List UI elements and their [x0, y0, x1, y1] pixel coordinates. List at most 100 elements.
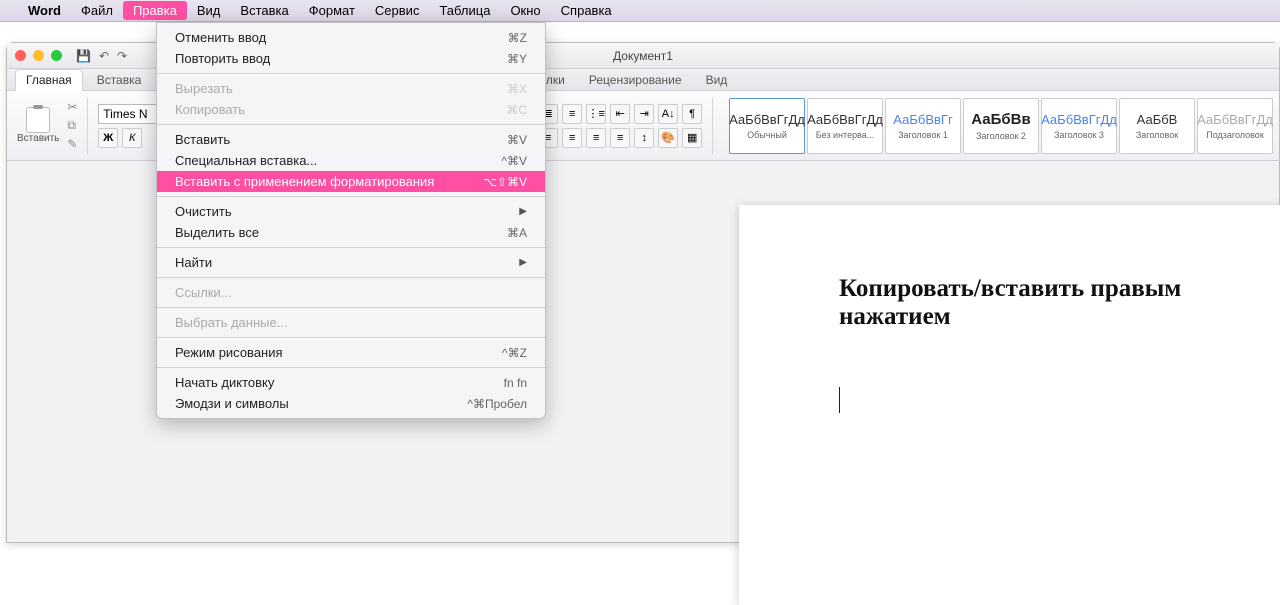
menu-item-label: Отменить ввод [175, 30, 266, 45]
style-card[interactable]: АаБбВвГгДдБез интерва... [807, 98, 883, 154]
menu-window[interactable]: Окно [500, 1, 550, 20]
style-label: Без интерва... [816, 130, 875, 140]
borders-icon[interactable]: ▦ [682, 128, 702, 148]
menu-item[interactable]: Вставить ⌘V [157, 129, 545, 150]
menu-item[interactable]: Начать диктовку fn fn [157, 372, 545, 393]
styles-gallery: АаБбВвГгДдОбычныйАаБбВвГгДдБез интерва..… [729, 98, 1273, 154]
style-label: Заголовок [1136, 130, 1178, 140]
tab-home[interactable]: Главная [15, 69, 83, 91]
style-card[interactable]: АаБбВвГг Заголовок 1 [885, 98, 961, 154]
redo-icon[interactable]: ↷ [117, 49, 127, 63]
menu-item-label: Найти [175, 255, 212, 270]
menu-item-label: Выделить все [175, 225, 259, 240]
show-marks-icon[interactable]: ¶ [682, 104, 702, 124]
zoom-icon[interactable] [51, 50, 62, 61]
text-cursor [839, 387, 840, 413]
menu-tools[interactable]: Сервис [365, 1, 430, 20]
menu-item[interactable]: Вставить с применением форматирования ⌥⇧⌘… [157, 171, 545, 192]
undo-icon[interactable]: ↶ [99, 49, 109, 63]
mac-menubar: Word Файл Правка Вид Вставка Формат Серв… [0, 0, 1280, 22]
menu-item: Копировать ⌘C [157, 99, 545, 120]
menu-file[interactable]: Файл [71, 1, 123, 20]
menu-item-label: Начать диктовку [175, 375, 274, 390]
style-card[interactable]: АаБбВ Заголовок [1119, 98, 1195, 154]
menu-edit[interactable]: Правка [123, 1, 187, 20]
menu-table[interactable]: Таблица [429, 1, 500, 20]
menu-item-label: Очистить [175, 204, 232, 219]
multilevel-icon[interactable]: ⋮≡ [586, 104, 606, 124]
align-center-icon[interactable]: ≡ [562, 128, 582, 148]
paragraph-group: ≣ ≡ ⋮≡ ⇤ ⇥ A↓ ¶ ≡ ≡ ≡ ≡ ↕ 🎨 ▦ [538, 104, 702, 148]
sort-icon[interactable]: A↓ [658, 104, 678, 124]
menu-item[interactable]: Эмодзи и символы^⌘Пробел [157, 393, 545, 414]
menu-item-label: Вставить с применением форматирования [175, 174, 434, 189]
menu-shortcut: fn fn [504, 376, 527, 390]
menu-shortcut: ⌘A [507, 226, 527, 240]
traffic-lights [15, 50, 62, 61]
tab-insert[interactable]: Вставка [87, 70, 152, 90]
document-page[interactable]: Копировать/вставить правым нажатием [739, 205, 1280, 605]
cut-icon[interactable]: ✂ [67, 100, 77, 114]
style-label: Заголовок 3 [1054, 130, 1104, 140]
menu-item: Выбрать данные... [157, 312, 545, 333]
menu-item[interactable]: Найти ▶ [157, 252, 545, 273]
style-card[interactable]: АаБбВвГгДдОбычный [729, 98, 805, 154]
menu-shortcut: ⌘C [506, 103, 527, 117]
menu-item-label: Копировать [175, 102, 245, 117]
minimize-icon[interactable] [33, 50, 44, 61]
style-card[interactable]: АаБбВв Заголовок 2 [963, 98, 1039, 154]
menu-item-label: Специальная вставка... [175, 153, 317, 168]
menu-insert[interactable]: Вставка [230, 1, 298, 20]
bold-button[interactable]: Ж [98, 128, 118, 148]
submenu-arrow-icon: ▶ [519, 206, 527, 217]
menu-shortcut: ⌘Y [507, 52, 527, 66]
menu-item[interactable]: Повторить ввод⌘Y [157, 48, 545, 69]
style-preview: АаБбВв [971, 111, 1030, 128]
menu-item[interactable]: Специальная вставка...^⌘V [157, 150, 545, 171]
shading-icon[interactable]: 🎨 [658, 128, 678, 148]
submenu-arrow-icon: ▶ [519, 257, 527, 268]
style-card[interactable]: АаБбВвГгДдПодзаголовок [1197, 98, 1273, 154]
style-card[interactable]: АаБбВвГгДдЗаголовок 3 [1041, 98, 1117, 154]
style-label: Подзаголовок [1206, 130, 1264, 140]
menu-shortcut: ⌘Z [508, 31, 527, 45]
align-right-icon[interactable]: ≡ [586, 128, 606, 148]
increase-indent-icon[interactable]: ⇥ [634, 104, 654, 124]
menu-item[interactable]: Отменить ввод ⌘Z [157, 27, 545, 48]
style-preview: АаБбВ [1137, 112, 1178, 127]
line-spacing-icon[interactable]: ↕ [634, 128, 654, 148]
decrease-indent-icon[interactable]: ⇤ [610, 104, 630, 124]
italic-button[interactable]: К [122, 128, 142, 148]
menu-shortcut: ⌘V [507, 133, 527, 147]
numbering-icon[interactable]: ≡ [562, 104, 582, 124]
style-label: Заголовок 1 [898, 130, 948, 140]
menu-item-label: Эмодзи и символы [175, 396, 289, 411]
menu-item[interactable]: Очистить ▶ [157, 201, 545, 222]
menu-item-label: Выбрать данные... [175, 315, 288, 330]
close-icon[interactable] [15, 50, 26, 61]
quick-access-toolbar: 💾 ↶ ↷ [76, 49, 127, 63]
copy-icon[interactable]: ⧉ [67, 118, 77, 133]
menu-format[interactable]: Формат [299, 1, 365, 20]
document-heading: Копировать/вставить правым нажатием [839, 275, 1229, 331]
menu-item-label: Вставить [175, 132, 230, 147]
menu-item[interactable]: Выделить все ⌘A [157, 222, 545, 243]
style-preview: АаБбВвГг [893, 112, 952, 127]
format-painter-icon[interactable]: ✎ [67, 137, 77, 151]
style-preview: АаБбВвГгДд [729, 112, 805, 127]
paste-label: Вставить [17, 133, 59, 144]
menu-item: Вырезать⌘X [157, 78, 545, 99]
style-label: Заголовок 2 [976, 131, 1026, 141]
menu-item[interactable]: Режим рисования^⌘Z [157, 342, 545, 363]
menu-help[interactable]: Справка [551, 1, 622, 20]
menu-app[interactable]: Word [18, 1, 71, 20]
save-icon[interactable]: 💾 [76, 49, 91, 63]
menu-view[interactable]: Вид [187, 1, 231, 20]
menu-shortcut: ^⌘Z [502, 346, 527, 360]
justify-icon[interactable]: ≡ [610, 128, 630, 148]
paste-group[interactable]: Вставить [13, 105, 63, 146]
menu-shortcut: ⌥⇧⌘V [483, 175, 527, 189]
edit-dropdown-menu: Отменить ввод ⌘Z Повторить ввод⌘Y Вырезать⌘… [156, 22, 546, 419]
tab-view[interactable]: Вид [696, 70, 738, 90]
tab-review[interactable]: Рецензирование [579, 70, 692, 90]
